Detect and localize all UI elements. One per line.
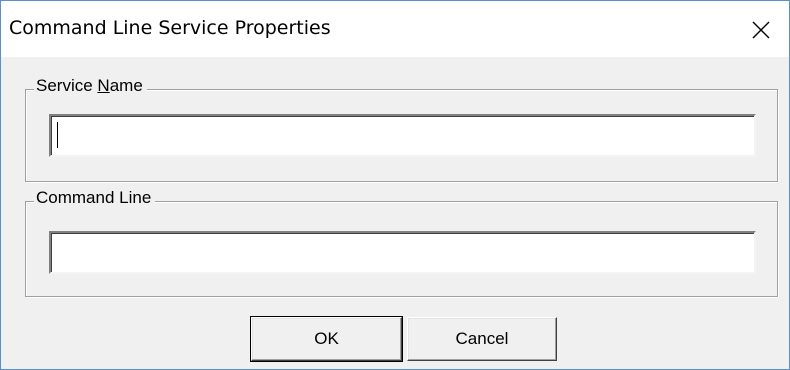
mnemonic-n: N <box>97 76 110 95</box>
close-icon <box>752 21 770 39</box>
service-name-input[interactable] <box>49 114 756 157</box>
title-bar: Command Line Service Properties <box>1 1 789 57</box>
close-button[interactable] <box>733 1 789 57</box>
dialog-window: Command Line Service Properties Service … <box>0 0 790 370</box>
ok-button[interactable]: OK <box>250 316 403 362</box>
command-line-input[interactable] <box>49 231 756 274</box>
cancel-button[interactable]: Cancel <box>407 317 557 361</box>
text-caret <box>57 122 58 148</box>
window-title: Command Line Service Properties <box>9 17 331 39</box>
service-name-label: Service Name <box>34 75 147 97</box>
command-line-label: Command Line <box>34 187 156 209</box>
